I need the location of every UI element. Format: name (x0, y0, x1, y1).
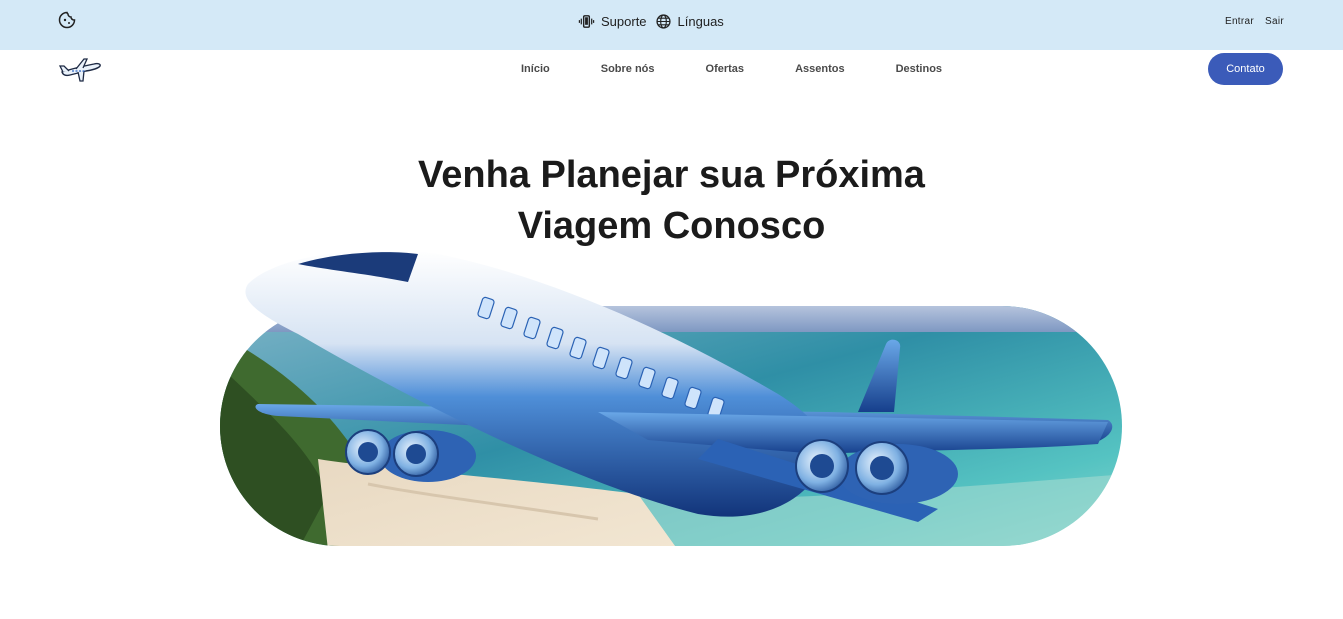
vibrating-phone-icon (578, 15, 595, 28)
hero-title: Venha Planejar sua Próxima Viagem Conosc… (0, 150, 1343, 252)
airplane-logo-icon[interactable] (58, 57, 102, 83)
hero-title-line-1: Venha Planejar sua Próxima (418, 154, 925, 196)
nav-link-sobre-nos[interactable]: Sobre nós (601, 63, 655, 75)
nav-links: Início Sobre nós Ofertas Assentos Destin… (521, 63, 942, 75)
login-link[interactable]: Entrar (1225, 16, 1254, 27)
languages-link[interactable]: Línguas (655, 13, 724, 30)
logout-link[interactable]: Sair (1265, 16, 1284, 27)
hero-illustration (218, 244, 1126, 550)
airplane-over-beach-illustration (220, 250, 1122, 546)
support-link[interactable]: Suporte (578, 13, 647, 30)
nav-link-assentos[interactable]: Assentos (795, 63, 845, 75)
utility-links: Suporte Línguas (578, 13, 724, 30)
contact-button[interactable]: Contato (1208, 53, 1283, 85)
nav-link-destinos[interactable]: Destinos (896, 63, 942, 75)
nav-link-ofertas[interactable]: Ofertas (706, 63, 745, 75)
auth-links: Entrar Sair (1225, 16, 1284, 27)
nav-link-inicio[interactable]: Início (521, 63, 550, 75)
cookie-icon[interactable] (58, 11, 76, 29)
languages-label: Línguas (677, 14, 724, 29)
top-utility-bar: Suporte Línguas Entrar Sair (0, 0, 1343, 50)
main-navigation: Início Sobre nós Ofertas Assentos Destin… (0, 50, 1343, 90)
globe-icon (655, 14, 671, 29)
support-label: Suporte (601, 14, 647, 29)
